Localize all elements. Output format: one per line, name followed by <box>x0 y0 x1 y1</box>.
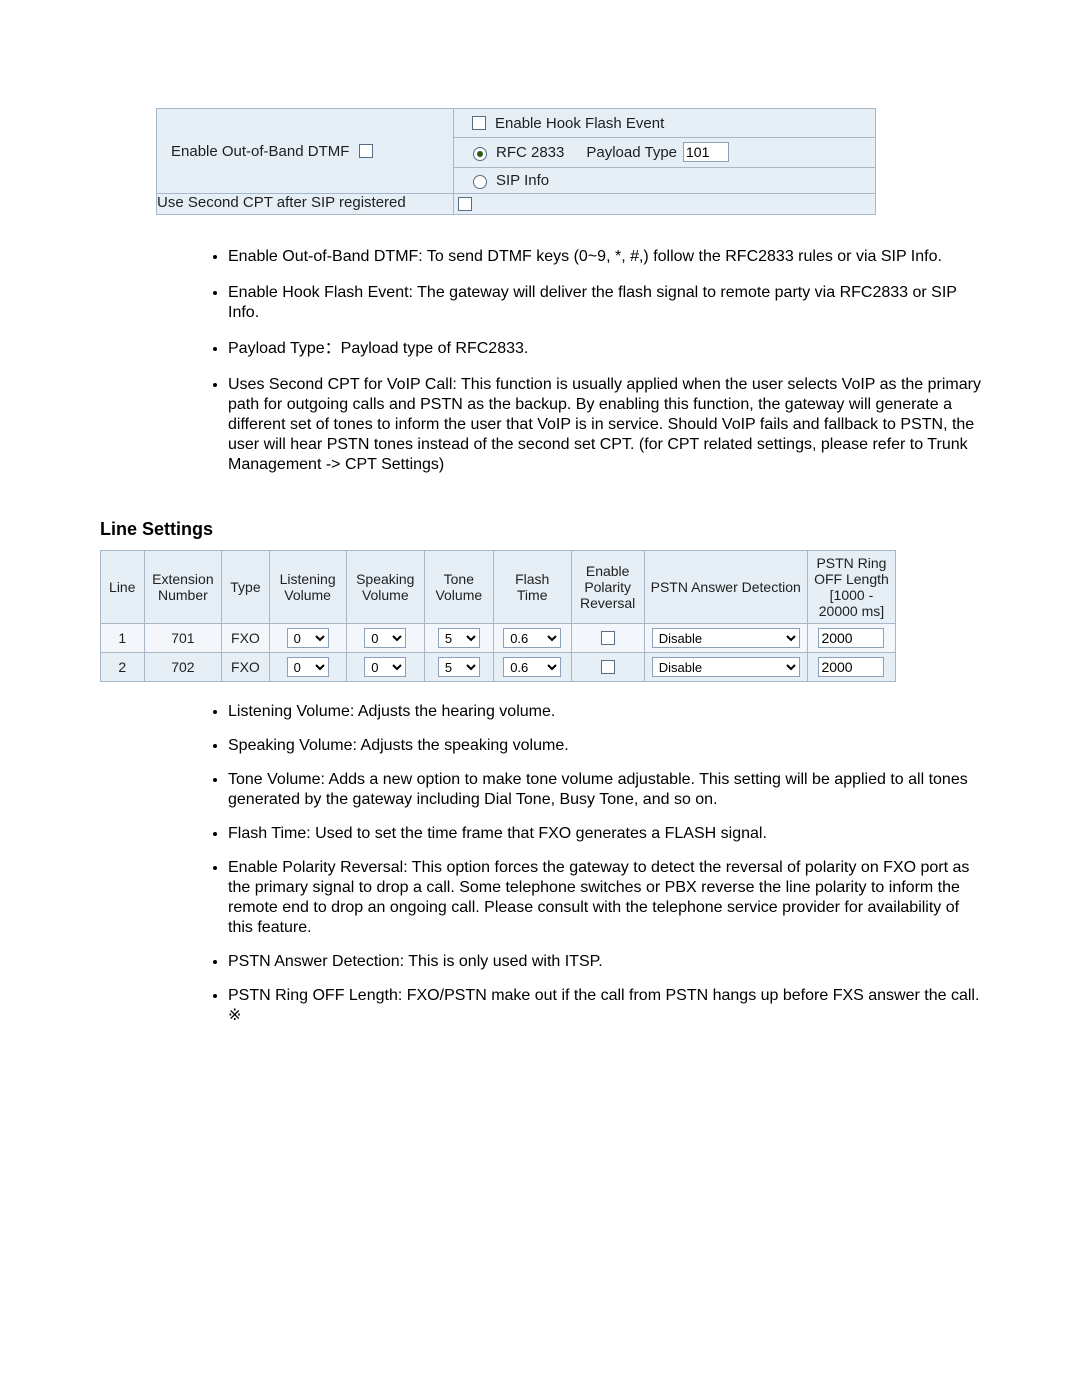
table-row: 1 701 FXO 0 0 5 0.6 Disable <box>101 624 896 653</box>
tone-volume-select[interactable]: 5 <box>438 628 480 648</box>
listening-volume-select[interactable]: 0 <box>287 628 329 648</box>
listening-volume-select[interactable]: 0 <box>287 657 329 677</box>
pstn-ring-off-input[interactable] <box>818 657 884 677</box>
enable-hook-flash-checkbox[interactable] <box>472 116 486 130</box>
payload-type-label: Payload Type <box>586 144 677 161</box>
list-item: PSTN Answer Detection: This is only used… <box>228 952 988 972</box>
dtmf-settings-panel: Enable Out-of-Band DTMF Enable Hook Flas… <box>156 108 876 215</box>
line-idx: 2 <box>101 653 145 682</box>
list-item: Payload Type：Payload type of RFC2833. <box>228 339 988 359</box>
list-item: Enable Polarity Reversal: This option fo… <box>228 858 988 938</box>
list-item: Enable Out-of-Band DTMF: To send DTMF ke… <box>228 247 988 267</box>
line-type: FXO <box>222 653 269 682</box>
flash-time-select[interactable]: 0.6 <box>503 657 561 677</box>
flash-time-select[interactable]: 0.6 <box>503 628 561 648</box>
list-item: Enable Hook Flash Event: The gateway wil… <box>228 283 988 323</box>
list-item: Listening Volume: Adjusts the hearing vo… <box>228 702 988 722</box>
col-flash: Flash Time <box>493 551 571 624</box>
table-row: 2 702 FXO 0 0 5 0.6 Disable <box>101 653 896 682</box>
line-ext: 702 <box>144 653 222 682</box>
second-cpt-checkbox[interactable] <box>458 197 472 211</box>
rfc2833-radio[interactable] <box>473 147 487 161</box>
line-settings-table: Line Extension Number Type Listening Vol… <box>100 550 896 682</box>
polarity-reversal-checkbox[interactable] <box>601 631 615 645</box>
list-item: Speaking Volume: Adjusts the speaking vo… <box>228 736 988 756</box>
line-settings-heading: Line Settings <box>100 519 980 540</box>
speaking-volume-select[interactable]: 0 <box>364 657 406 677</box>
line-explanations-list: Listening Volume: Adjusts the hearing vo… <box>200 702 988 1026</box>
polarity-reversal-checkbox[interactable] <box>601 660 615 674</box>
line-type: FXO <box>222 624 269 653</box>
pstn-answer-detect-select[interactable]: Disable <box>652 628 800 648</box>
list-item: Tone Volume: Adds a new option to make t… <box>228 770 988 810</box>
pstn-answer-detect-select[interactable]: Disable <box>652 657 800 677</box>
col-pad: PSTN Answer Detection <box>644 551 807 624</box>
col-rol: PSTN Ring OFF Length [1000 - 20000 ms] <box>807 551 895 624</box>
sip-info-label: SIP Info <box>496 172 549 189</box>
payload-type-input[interactable] <box>683 142 729 162</box>
hook-flash-label: Enable Hook Flash Event <box>495 115 664 132</box>
col-listen: Listening Volume <box>269 551 346 624</box>
list-item: Flash Time: Used to set the time frame t… <box>228 824 988 844</box>
enable-oob-dtmf-label: Enable Out-of-Band DTMF <box>171 143 349 160</box>
tone-volume-select[interactable]: 5 <box>438 657 480 677</box>
col-type: Type <box>222 551 269 624</box>
enable-oob-dtmf-checkbox[interactable] <box>359 144 373 158</box>
col-tone: Tone Volume <box>425 551 494 624</box>
col-speak: Speaking Volume <box>346 551 425 624</box>
second-cpt-label: Use Second CPT after SIP registered <box>157 194 406 211</box>
col-epr: Enable Polarity Reversal <box>571 551 644 624</box>
pstn-ring-off-input[interactable] <box>818 628 884 648</box>
rfc2833-label: RFC 2833 <box>496 144 564 161</box>
speaking-volume-select[interactable]: 0 <box>364 628 406 648</box>
dtmf-explanations-list: Enable Out-of-Band DTMF: To send DTMF ke… <box>200 247 988 475</box>
list-item: Uses Second CPT for VoIP Call: This func… <box>228 375 988 475</box>
line-ext: 701 <box>144 624 222 653</box>
line-idx: 1 <box>101 624 145 653</box>
col-ext: Extension Number <box>144 551 222 624</box>
col-line: Line <box>101 551 145 624</box>
sip-info-radio[interactable] <box>473 175 487 189</box>
list-item: PSTN Ring OFF Length: FXO/PSTN make out … <box>228 986 988 1026</box>
